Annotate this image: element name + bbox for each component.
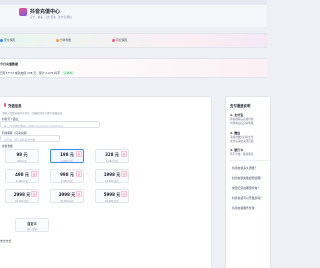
page-subtitle: 安全 · 快速 · 官方直充 · 支付宝/微信 <box>30 16 73 19</box>
amount-coins: 19,980 抖币 <box>105 180 119 183</box>
custom-amount-option[interactable]: 自定义 输入金额 <box>15 218 49 232</box>
amount-option[interactable]: 送 5998 元 59,980 抖币 <box>95 189 129 203</box>
growth-badge: +15% <box>61 71 75 75</box>
amount-value: 98 元 <box>16 152 28 157</box>
amount-badge: 推 <box>120 151 127 157</box>
feature-item: 安全保障 <box>0 38 15 42</box>
shield-icon <box>0 38 3 42</box>
stats-title: 今日充值数据 <box>0 62 19 66</box>
info-section-title: 3. 银行卡 <box>230 148 244 152</box>
chevron-right-icon: › <box>230 206 232 210</box>
recharge-panel-title: 充值信息 <box>4 103 22 108</box>
amount-coins: 39,980 抖币 <box>60 200 74 203</box>
feature-bar <box>0 33 267 48</box>
amount-coins: 9,980 抖币 <box>60 180 74 183</box>
faq-item[interactable]: › 抖音充值多久到账？ <box>230 166 257 170</box>
payment-method-label: 支付方式 <box>0 239 12 243</box>
amount-badge: 送 <box>120 191 127 197</box>
account-input[interactable]: 如：2234567890 / https://v.douyin.com/xxxx… <box>0 121 100 128</box>
amount-coins: 980 抖币 <box>16 160 28 163</box>
amount-coins: 29,980 抖币 <box>15 200 29 203</box>
chevron-right-icon: › <box>230 176 232 180</box>
amount-option-selected[interactable]: 热 198 元 1,980 抖币 <box>50 149 84 163</box>
info-section-text: 支付后请勿关闭页面。 <box>230 140 256 143</box>
amount-badge: 送 <box>30 171 37 177</box>
custom-amount-label: 自定义 <box>27 222 37 226</box>
faq-item[interactable]: › 抖音充值可以开发票吗？ <box>230 196 263 200</box>
amount-coins: 4,980 抖币 <box>15 180 29 183</box>
amount-option[interactable]: 98 元 980 抖币 <box>5 149 39 163</box>
chevron-right-icon: › <box>230 166 232 170</box>
nickname-input[interactable]: 可不填，填写后核对更方便 <box>0 135 60 142</box>
amount-badge: 送 <box>75 171 82 177</box>
info-section-title: 1. 支付宝 <box>230 113 244 117</box>
amount-option[interactable]: 送 998 元 9,980 抖币 <box>50 169 84 183</box>
chevron-right-icon: › <box>230 186 232 190</box>
info-section-text: 付款成功后自动到账。 <box>230 122 256 125</box>
faq-item[interactable]: › 充值记录在哪里查询？ <box>230 186 260 190</box>
info-section-title: 2. 微信 <box>230 131 241 135</box>
custom-amount-hint: 输入金额 <box>27 228 37 231</box>
lock-icon <box>112 38 115 42</box>
stats-text: 已有37*72 成功充值 138 元，累计 2,274 抖币 <box>0 71 60 75</box>
divider <box>230 160 270 161</box>
amount-option[interactable]: 送 3998 元 39,980 抖币 <box>50 189 84 203</box>
amount-option[interactable]: 推 328 元 3,280 抖币 <box>95 149 129 163</box>
feature-item: 分钟到账 <box>56 38 71 42</box>
clock-icon <box>56 38 59 42</box>
amount-option[interactable]: 送 2998 元 29,980 抖币 <box>5 189 39 203</box>
amount-coins: 3,280 抖币 <box>105 160 119 163</box>
faq-item[interactable]: › 抖音充值失败如何处理？ <box>230 176 263 180</box>
stats-line: 已有37*72 成功充值 138 元，累计 2,274 抖币 +15% <box>0 71 75 75</box>
amount-badge: 送 <box>120 171 127 177</box>
chevron-right-icon: › <box>230 196 232 200</box>
amount-coins: 59,980 抖币 <box>105 200 119 203</box>
amount-coins: 1,980 抖币 <box>60 160 74 163</box>
info-section-text: 暂不可用，敬请期待。 <box>230 153 256 156</box>
faq-item[interactable]: › 抖音充值服务条款 <box>230 206 254 210</box>
payment-info-title: 支付通道说明 <box>230 104 251 108</box>
brand-logo-icon <box>19 8 27 16</box>
stats-bar <box>0 58 267 78</box>
page-title: 抖音充值中心 <box>30 9 61 15</box>
recharge-hint: 请输入需要充值的抖音号，请确保抖音号填写正确无误 <box>2 112 63 115</box>
amount-grid: 98 元 980 抖币 热 198 元 1,980 抖币 推 328 元 3,2… <box>5 147 139 222</box>
amount-badge: 送 <box>75 191 82 197</box>
amount-badge: 送 <box>30 191 37 197</box>
feature-item: 风控保障 <box>112 38 127 42</box>
amount-badge: 热 <box>75 151 82 157</box>
amount-option[interactable]: 送 498 元 4,980 抖币 <box>5 169 39 183</box>
amount-option[interactable]: 送 1998 元 19,980 抖币 <box>95 169 129 183</box>
